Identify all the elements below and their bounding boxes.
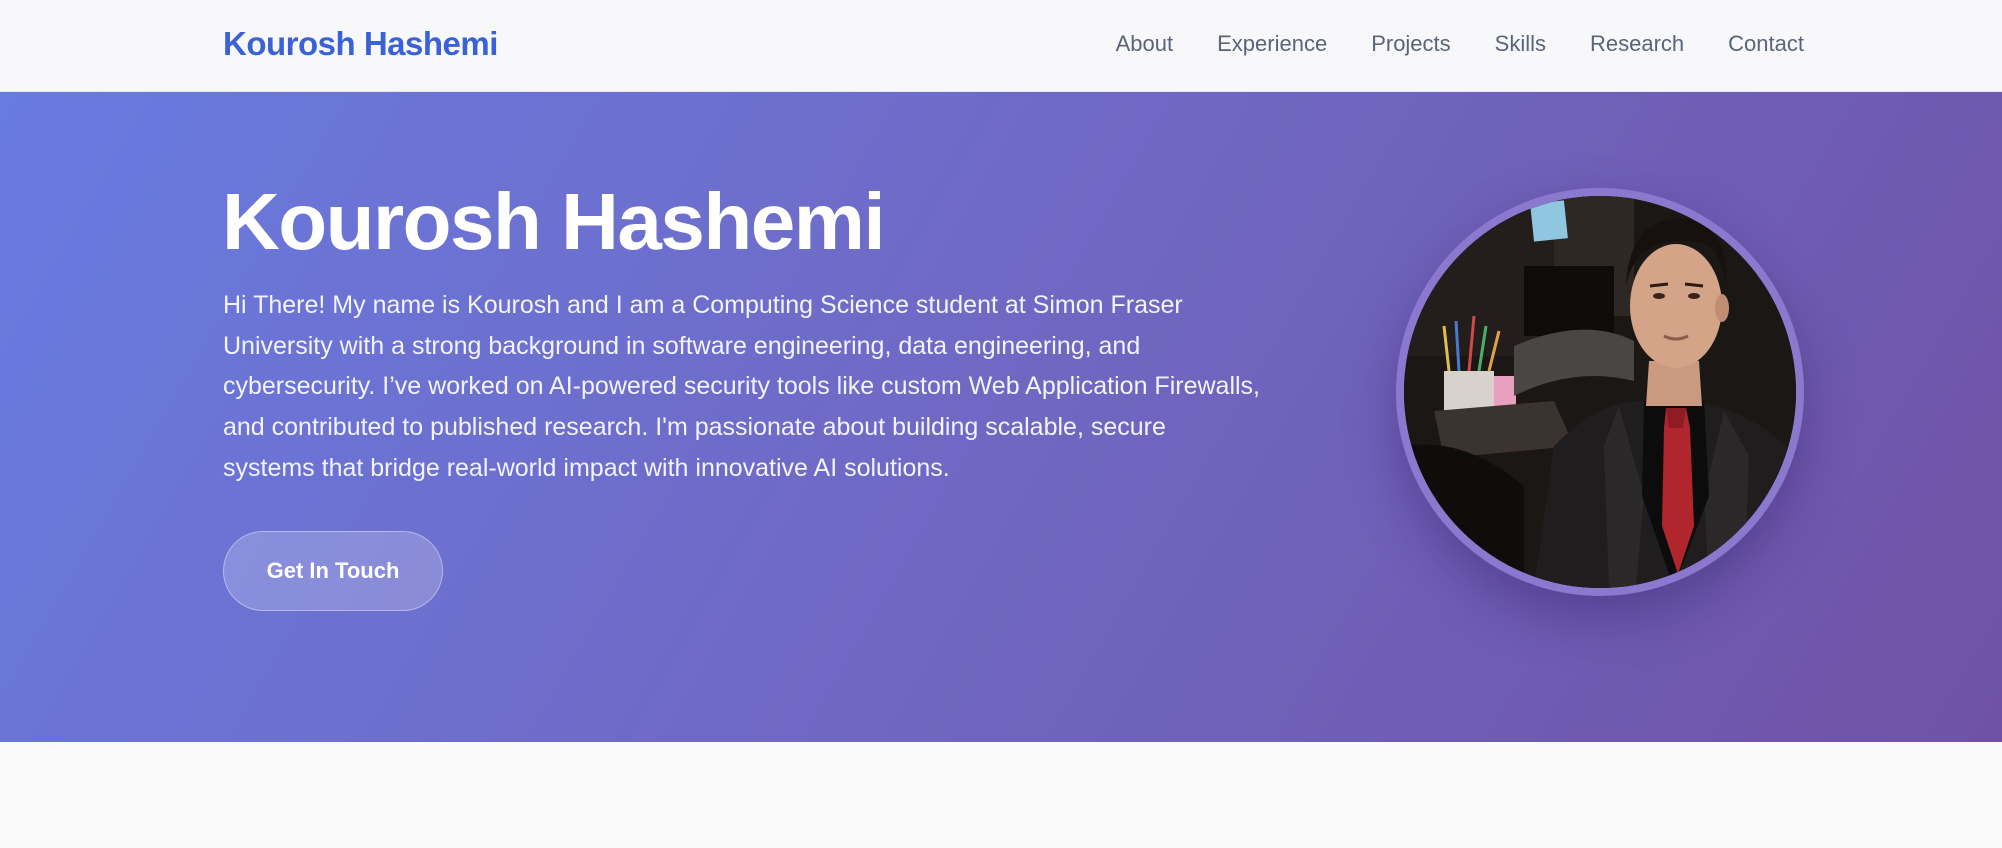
hero-title: Kourosh Hashemi <box>222 177 886 266</box>
nav-link-research[interactable]: Research <box>1590 26 1684 62</box>
hero-bio: Hi There! My name is Kourosh and I am a … <box>223 291 1260 482</box>
nav-link-about[interactable]: About <box>1116 26 1174 62</box>
hero-section: Kourosh Hashemi Hi There! My name is Kou… <box>0 92 2002 742</box>
nav-link-experience[interactable]: Experience <box>1217 26 1327 62</box>
page-below-hero <box>0 742 2002 848</box>
site-brand[interactable]: Kourosh Hashemi <box>223 22 498 66</box>
nav-link-projects[interactable]: Projects <box>1371 26 1450 62</box>
navbar: Kourosh Hashemi About Experience Project… <box>0 0 2002 92</box>
nav-links: About Experience Projects Skills Researc… <box>1072 26 1804 62</box>
nav-link-skills[interactable]: Skills <box>1495 26 1546 62</box>
get-in-touch-button[interactable]: Get In Touch <box>223 531 443 611</box>
profile-photo <box>1396 188 1804 596</box>
nav-link-contact[interactable]: Contact <box>1728 26 1804 62</box>
